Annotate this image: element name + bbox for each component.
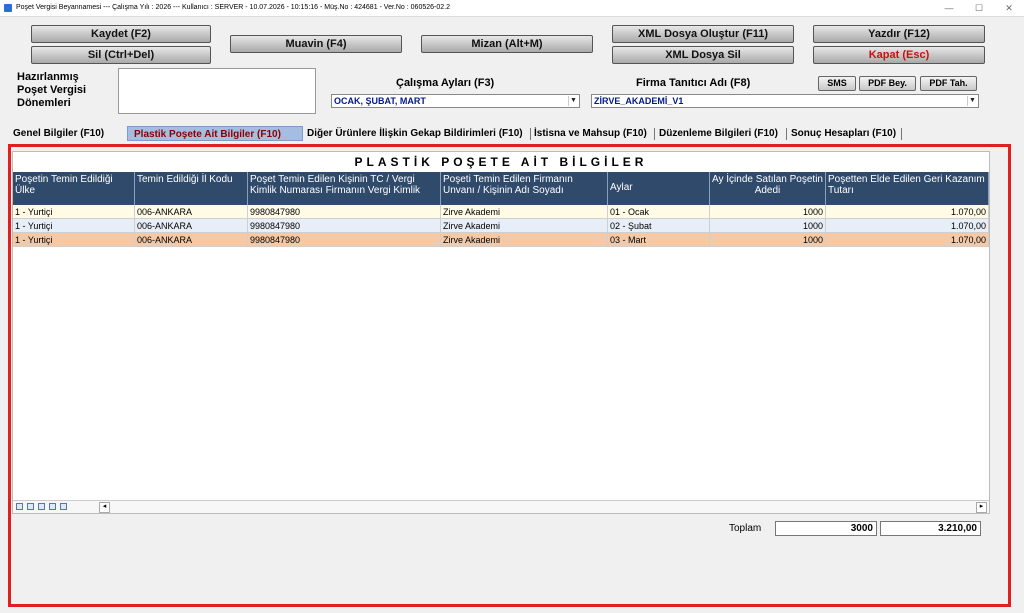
minimize-button[interactable]: —	[934, 0, 964, 16]
sms-button[interactable]: SMS	[818, 76, 856, 91]
table-cell[interactable]: Zirve Akademi	[441, 233, 608, 247]
close-button[interactable]: Kapat (Esc)	[813, 46, 985, 64]
xml-create-button[interactable]: XML Dosya Oluştur (F11)	[612, 25, 794, 43]
grid-title: PLASTİK POŞETE AİT BİLGİLER	[354, 155, 648, 169]
tab-sonuc-hesaplari[interactable]: Sonuç Hesapları (F10)	[789, 126, 898, 141]
table-cell[interactable]: 1.070,00	[826, 219, 989, 233]
table-cell[interactable]: 1.070,00	[826, 205, 989, 219]
prepared-periods-list[interactable]	[118, 68, 316, 114]
tab-separator	[530, 128, 531, 140]
table-cell[interactable]: 02 - Şubat	[608, 219, 710, 233]
tab-genel-bilgiler[interactable]: Genel Bilgiler (F10)	[11, 126, 106, 141]
header-unvan[interactable]: Poşeti Temin Edilen Firmanın Unvanı / Ki…	[441, 172, 608, 205]
company-select[interactable]: ZİRVE_AKADEMİ_V1 ▼	[591, 94, 979, 108]
window-title: Poşet Vergisi Beyannamesi --- Çalışma Yı…	[16, 4, 450, 11]
prepared-label-line1: Hazırlanmış	[17, 71, 79, 83]
table-cell[interactable]: Zirve Akademi	[441, 205, 608, 219]
table-cell[interactable]: 1000	[710, 219, 826, 233]
table-cell[interactable]: 1000	[710, 205, 826, 219]
table-cell[interactable]: 1000	[710, 233, 826, 247]
tab-separator	[786, 128, 787, 140]
tab-diger-urunler[interactable]: Diğer Ürünlere İlişkin Gekap Bildirimler…	[305, 126, 525, 141]
filter-icon[interactable]	[38, 503, 45, 510]
maximize-button[interactable]: ☐	[964, 0, 994, 16]
print-button[interactable]: Yazdır (F12)	[813, 25, 985, 43]
header-geri-kazanim[interactable]: Poşetten Elde Edilen Geri Kazanım Tutarı	[826, 172, 989, 205]
muavin-button[interactable]: Muavin (F4)	[230, 35, 402, 53]
header-ulke[interactable]: Poşetin Temin Edildiği Ülke	[13, 172, 135, 205]
table-cell[interactable]: 03 - Mart	[608, 233, 710, 247]
grid-footer-bar: ◂ ▸	[13, 500, 989, 513]
delete-button[interactable]: Sil (Ctrl+Del)	[31, 46, 211, 64]
eye-icon[interactable]	[27, 503, 34, 510]
xml-delete-button[interactable]: XML Dosya Sil	[612, 46, 794, 64]
save-icon[interactable]	[16, 503, 23, 510]
months-value: OCAK, ŞUBAT, MART	[334, 96, 426, 106]
table-cell[interactable]: 1 - Yurtiçi	[13, 219, 135, 233]
header-il-kodu[interactable]: Temin Edildiği İl Kodu	[135, 172, 248, 205]
months-label: Çalışma Ayları (F3)	[396, 77, 495, 89]
zoom-icon[interactable]	[49, 503, 56, 510]
table-row[interactable]: 1 - Yurtiçi 006-ANKARA 9980847980 Zirve Aka…	[13, 233, 989, 247]
prepared-label-line2: Poşet Vergisi	[17, 84, 87, 96]
pdf-bey-button[interactable]: PDF Bey.	[859, 76, 916, 91]
table-cell[interactable]: 006-ANKARA	[135, 219, 248, 233]
prepared-label-line3: Dönemleri	[17, 97, 71, 109]
tab-plastik-posete-ait[interactable]: Plastik Poşete Ait Bilgiler (F10)	[127, 126, 303, 141]
table-cell[interactable]: 9980847980	[248, 233, 441, 247]
table-cell[interactable]: 9980847980	[248, 219, 441, 233]
months-select[interactable]: OCAK, ŞUBAT, MART ▼	[331, 94, 580, 108]
tab-istisna-mahsup[interactable]: İstisna ve Mahsup (F10)	[532, 126, 649, 141]
pdf-tah-button[interactable]: PDF Tah.	[920, 76, 977, 91]
scroll-left-icon[interactable]: ◂	[99, 502, 110, 513]
mizan-button[interactable]: Mizan (Alt+M)	[421, 35, 593, 53]
table-cell[interactable]: 006-ANKARA	[135, 233, 248, 247]
table-row[interactable]: 1 - Yurtiçi 006-ANKARA 9980847980 Zirve Aka…	[13, 205, 989, 219]
chevron-down-icon: ▼	[967, 96, 977, 106]
app-icon	[4, 4, 12, 12]
table-cell[interactable]: 01 - Ocak	[608, 205, 710, 219]
posets-grid[interactable]: PLASTİK POŞETE AİT BİLGİLER Poşetin Temi…	[12, 151, 990, 514]
table-cell[interactable]: 1 - Yurtiçi	[13, 233, 135, 247]
scroll-right-icon[interactable]: ▸	[976, 502, 987, 513]
header-tc-vergi-no[interactable]: Poşet Temin Edilen Kişinin TC / Vergi Ki…	[248, 172, 441, 205]
table-cell[interactable]: Zirve Akademi	[441, 219, 608, 233]
tab-separator	[654, 128, 655, 140]
prepared-periods-label: Hazırlanmış Poşet Vergisi Dönemleri	[17, 71, 86, 110]
save-button[interactable]: Kaydet (F2)	[31, 25, 211, 43]
table-cell[interactable]: 1.070,00	[826, 233, 989, 247]
table-row[interactable]: 1 - Yurtiçi 006-ANKARA 9980847980 Zirve Aka…	[13, 219, 989, 233]
header-aylar[interactable]: Aylar	[608, 172, 710, 205]
print-icon[interactable]	[60, 503, 67, 510]
tab-separator	[901, 128, 902, 140]
header-adet[interactable]: Ay İçinde Satılan Poşetin Adedi	[710, 172, 826, 205]
table-cell[interactable]: 1 - Yurtiçi	[13, 205, 135, 219]
close-window-button[interactable]: ✕	[994, 0, 1024, 16]
table-cell[interactable]: 006-ANKARA	[135, 205, 248, 219]
company-label: Firma Tanıtıcı Adı (F8)	[636, 77, 751, 89]
total-count: 3000	[775, 521, 877, 536]
title-bar: Poşet Vergisi Beyannamesi --- Çalışma Yı…	[0, 0, 1024, 17]
table-cell[interactable]: 9980847980	[248, 205, 441, 219]
total-amount: 3.210,00	[880, 521, 981, 536]
company-value: ZİRVE_AKADEMİ_V1	[594, 96, 684, 106]
chevron-down-icon: ▼	[568, 96, 578, 106]
total-label: Toplam	[729, 523, 762, 534]
tab-duzenleme-bilgileri[interactable]: Düzenleme Bilgileri (F10)	[657, 126, 780, 141]
